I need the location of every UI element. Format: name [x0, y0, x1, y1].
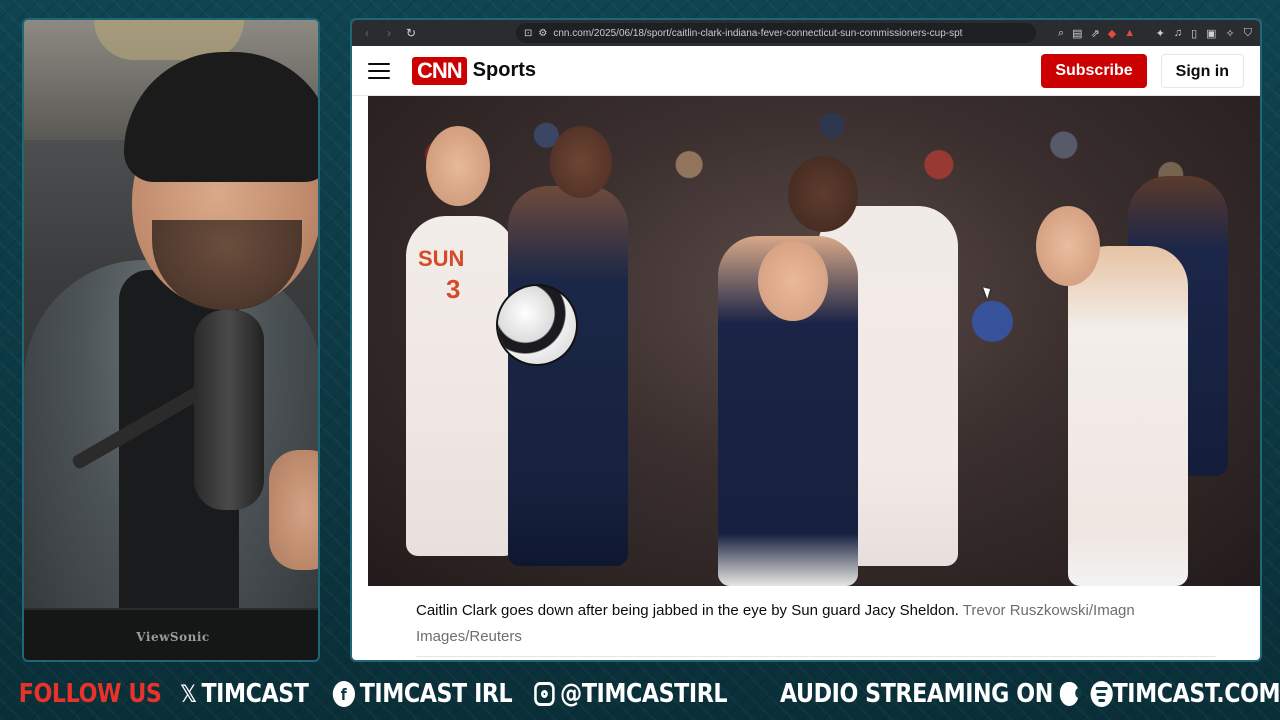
microphone — [194, 310, 264, 510]
divider — [416, 656, 1216, 657]
rewards-icon[interactable]: ▲ — [1124, 27, 1135, 39]
sidebar-icon[interactable]: ▯ — [1191, 27, 1197, 40]
spotify-icon — [1090, 681, 1113, 707]
audio-streaming: AUDIO STREAMING ON — [780, 679, 1113, 709]
facebook-handle: f TIMCAST IRL — [332, 679, 513, 709]
music-icon[interactable]: ♫ — [1174, 27, 1182, 40]
player-sun-right-head — [1036, 206, 1100, 286]
audio-streaming-text: AUDIO STREAMING ON — [779, 679, 1053, 709]
jersey-number: 3 — [446, 274, 461, 304]
forward-icon[interactable]: › — [382, 26, 396, 40]
cnn-logo-mark: CNN — [412, 56, 467, 85]
header-actions: Subscribe Sign in — [1041, 53, 1244, 88]
player-sun-center-head — [788, 156, 858, 232]
instagram-icon — [534, 682, 555, 706]
jersey-team-text: SUN — [418, 246, 465, 271]
player-sun-left: SUN 3 — [406, 216, 516, 556]
monitor: ViewSonic — [24, 608, 318, 660]
instagram-handle-text: @TIMCASTIRL — [560, 679, 728, 709]
player-caitlin-clark-head — [758, 241, 828, 321]
instagram-handle: @TIMCASTIRL — [534, 679, 727, 709]
player-sun-right — [1068, 246, 1188, 586]
brave-shield-icon[interactable]: ◆ — [1108, 27, 1116, 40]
site-info-icon[interactable]: ⚙ — [538, 28, 547, 39]
webcam-feed: ViewSonic — [22, 18, 320, 662]
reload-icon[interactable]: ↻ — [404, 26, 418, 40]
x-handle-text: TIMCAST — [201, 679, 309, 709]
subscribe-button[interactable]: Subscribe — [1041, 53, 1147, 88]
player-sun-left-head — [426, 126, 490, 206]
monitor-brand: ViewSonic — [136, 630, 210, 644]
apple-icon — [1059, 682, 1082, 706]
cnn-sports-logo[interactable]: CNN Sports — [412, 56, 537, 85]
host-hand — [269, 450, 318, 570]
vpn-icon[interactable]: ⛉ — [1244, 27, 1252, 40]
back-icon[interactable]: ‹ — [360, 26, 374, 40]
caption-text: Caitlin Clark goes down after being jabb… — [416, 602, 959, 619]
address-bar[interactable]: ⊡ ⚙ cnn.com/2025/06/18/sport/caitlin-cla… — [516, 23, 1036, 43]
site-url: TIMCAST.COM — [1112, 679, 1280, 709]
basketball — [498, 286, 576, 364]
share-icon[interactable]: ⇗ — [1091, 27, 1100, 40]
extensions-icon[interactable]: ✦ — [1156, 27, 1165, 40]
facebook-handle-text: TIMCAST IRL — [359, 679, 513, 709]
cnn-header: CNN Sports Subscribe Sign in — [352, 46, 1260, 96]
x-handle: 𝕏 TIMCAST — [180, 679, 309, 709]
browser-window: ‹ › ↻ ⊡ ⚙ cnn.com/2025/06/18/sport/caitl… — [350, 18, 1262, 662]
photo-caption: Caitlin Clark goes down after being jabb… — [416, 598, 1136, 650]
article-photo: SUN 3 — [368, 96, 1260, 586]
section-name: Sports — [472, 59, 537, 81]
reader-icon[interactable]: ▤ — [1072, 27, 1082, 40]
player-fever-center-head — [550, 126, 612, 198]
url-text[interactable]: cnn.com/2025/06/18/sport/caitlin-clark-i… — [553, 28, 1028, 39]
sign-in-button[interactable]: Sign in — [1160, 53, 1244, 88]
facebook-icon: f — [332, 681, 355, 707]
follow-us-label: FOLLOW US — [18, 679, 162, 709]
zoom-icon[interactable]: ⌕ — [1058, 27, 1064, 40]
player-fever-center — [508, 186, 628, 566]
leo-icon[interactable]: ✧ — [1226, 27, 1235, 40]
social-banner: FOLLOW US 𝕏 TIMCAST f TIMCAST IRL @TIMCA… — [0, 668, 1280, 720]
extension-icons: ✦ ♫ ▯ ▣ ✧ ⛉ — [1156, 27, 1252, 40]
browser-toolbar: ‹ › ↻ ⊡ ⚙ cnn.com/2025/06/18/sport/caitl… — [352, 20, 1260, 46]
bookmark-icon[interactable]: ⊡ — [524, 28, 532, 39]
x-icon: 𝕏 — [180, 680, 197, 708]
urlbar-actions: ⌕ ▤ ⇗ ◆ ▲ — [1058, 27, 1135, 40]
wallet-icon[interactable]: ▣ — [1206, 27, 1216, 40]
menu-icon[interactable] — [368, 62, 390, 79]
